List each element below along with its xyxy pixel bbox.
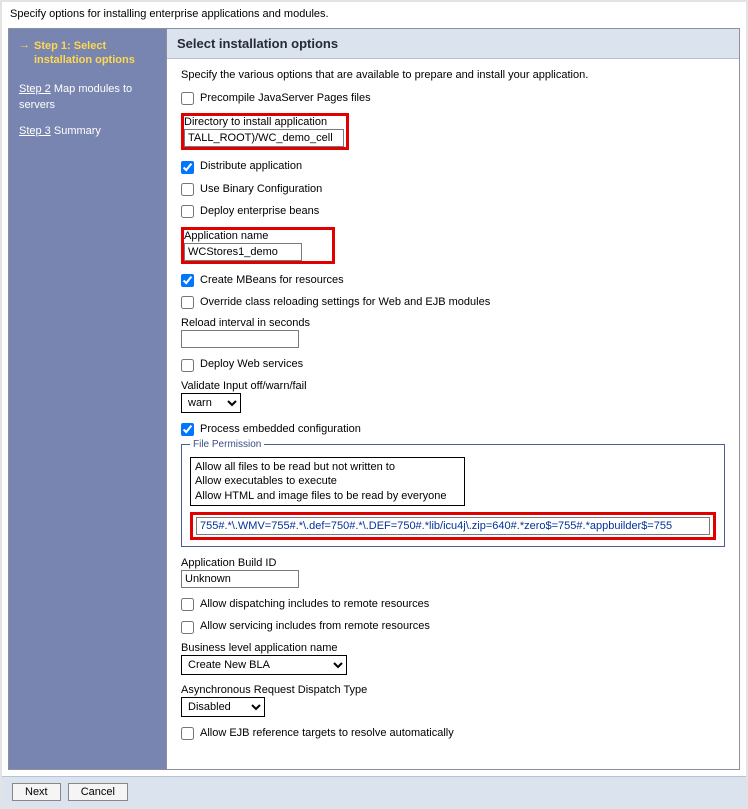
intro-text: Specify the various options that are ava… bbox=[181, 69, 725, 81]
step1-current: Step 1: Select installation options bbox=[34, 39, 156, 68]
distribute-label: Distribute application bbox=[200, 159, 302, 174]
build-id-input[interactable] bbox=[181, 570, 299, 588]
allow-service-checkbox[interactable] bbox=[181, 621, 194, 634]
async-label: Asynchronous Request Dispatch Type bbox=[181, 684, 725, 696]
file-permission-legend: File Permission bbox=[190, 439, 264, 450]
deploy-ws-checkbox[interactable] bbox=[181, 359, 194, 372]
allow-ejb-ref-checkbox[interactable] bbox=[181, 727, 194, 740]
validate-label: Validate Input off/warn/fail bbox=[181, 380, 725, 392]
bla-label: Business level application name bbox=[181, 642, 725, 654]
next-button[interactable]: Next bbox=[12, 783, 61, 801]
main-panel: Select installation options Specify the … bbox=[167, 29, 739, 769]
step3-link-rest: Summary bbox=[54, 125, 101, 137]
allow-service-label: Allow servicing includes from remote res… bbox=[200, 619, 430, 634]
build-id-label: Application Build ID bbox=[181, 557, 725, 569]
reload-interval-label: Reload interval in seconds bbox=[181, 317, 725, 329]
file-perm-opt3[interactable]: Allow HTML and image files to be read by… bbox=[195, 489, 460, 503]
process-embedded-checkbox[interactable] bbox=[181, 423, 194, 436]
create-mbeans-label: Create MBeans for resources bbox=[200, 273, 344, 288]
appname-label: Application name bbox=[184, 230, 302, 242]
override-reload-checkbox[interactable] bbox=[181, 296, 194, 309]
allow-dispatch-label: Allow dispatching includes to remote res… bbox=[200, 597, 429, 612]
allow-ejb-ref-label: Allow EJB reference targets to resolve a… bbox=[200, 726, 454, 741]
step2-link[interactable]: Step 2 Map modules to servers bbox=[19, 82, 156, 113]
step3-link-label: Step 3 bbox=[19, 124, 51, 138]
install-dir-input[interactable] bbox=[184, 129, 344, 147]
deploy-ws-label: Deploy Web services bbox=[200, 357, 303, 372]
file-permission-string-input[interactable] bbox=[196, 517, 710, 535]
file-perm-opt2[interactable]: Allow executables to execute bbox=[195, 474, 460, 488]
deploy-ejb-label: Deploy enterprise beans bbox=[200, 204, 319, 219]
process-embedded-label: Process embedded configuration bbox=[200, 422, 361, 437]
wizard-footer: Next Cancel bbox=[2, 776, 746, 807]
async-select[interactable]: Disabled bbox=[181, 697, 265, 717]
file-permission-list[interactable]: Allow all files to be read but not writt… bbox=[190, 457, 465, 506]
file-permission-string-highlight bbox=[190, 512, 716, 540]
step3-link[interactable]: Step 3 Summary bbox=[19, 124, 156, 140]
cancel-button[interactable]: Cancel bbox=[68, 783, 128, 801]
reload-interval-input[interactable] bbox=[181, 330, 299, 348]
override-reload-label: Override class reloading settings for We… bbox=[200, 295, 490, 310]
deploy-ejb-checkbox[interactable] bbox=[181, 205, 194, 218]
arrow-right-icon: → bbox=[19, 39, 30, 51]
use-binary-checkbox[interactable] bbox=[181, 183, 194, 196]
file-permission-fieldset: File Permission Allow all files to be re… bbox=[181, 444, 725, 547]
step2-link-label: Step 2 bbox=[19, 82, 51, 96]
appname-highlight: Application name bbox=[181, 227, 335, 264]
appname-input[interactable] bbox=[184, 243, 302, 261]
file-perm-opt1[interactable]: Allow all files to be read but not writt… bbox=[195, 460, 460, 474]
wizard-sidebar: → Step 1: Select installation options St… bbox=[9, 29, 167, 769]
validate-select[interactable]: warn bbox=[181, 393, 241, 413]
page-description: Specify options for installing enterpris… bbox=[2, 2, 746, 26]
install-dir-highlight: Directory to install application bbox=[181, 113, 349, 150]
create-mbeans-checkbox[interactable] bbox=[181, 274, 194, 287]
bla-select[interactable]: Create New BLA bbox=[181, 655, 347, 675]
install-dir-label: Directory to install application bbox=[184, 116, 344, 128]
precompile-label: Precompile JavaServer Pages files bbox=[200, 91, 371, 106]
panel-title: Select installation options bbox=[167, 29, 739, 59]
precompile-checkbox[interactable] bbox=[181, 92, 194, 105]
distribute-checkbox[interactable] bbox=[181, 161, 194, 174]
use-binary-label: Use Binary Configuration bbox=[200, 182, 322, 197]
allow-dispatch-checkbox[interactable] bbox=[181, 598, 194, 611]
